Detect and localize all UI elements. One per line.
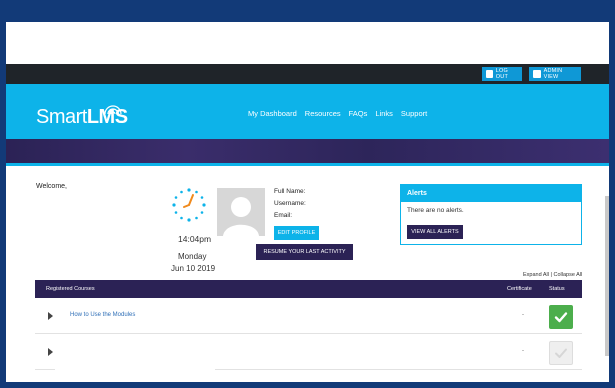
admin-label: ADMIN VIEW [543,68,563,80]
nav-faqs[interactable]: FAQs [349,109,368,118]
username-label: Username: [274,200,306,207]
certificate-value: - [522,348,524,354]
col-registered-courses: Registered Courses [46,286,95,292]
courses-table-header: Registered Courses Certificate Status [35,280,582,298]
resume-activity-button[interactable]: RESUME YOUR LAST ACTIVITY [256,244,353,260]
clock-icon [172,188,206,222]
logout-button[interactable]: LOG OUT [482,67,522,81]
admin-view-button[interactable]: ADMIN VIEW [529,67,581,81]
scrollbar[interactable] [605,196,609,356]
clock-day: Monday [178,252,207,261]
nav-support[interactable]: Support [401,109,427,118]
email-label: Email: [274,212,293,219]
table-row: - [35,334,582,370]
logout-label: LOG OUT [495,68,509,80]
user-silhouette-icon [217,188,265,236]
nav-menu: My Dashboard Resources FAQs Links Suppor… [248,109,427,118]
avatar [217,188,265,236]
clock-time: 14:04pm [178,234,212,244]
edit-profile-button[interactable]: EDIT PROFILE [274,226,319,240]
logout-icon [486,70,493,78]
view-all-alerts-button[interactable]: VIEW ALL ALERTS [407,225,463,239]
admin-icon [533,70,541,78]
alerts-message: There are no alerts. [407,207,464,214]
nav-my-dashboard[interactable]: My Dashboard [248,109,297,118]
full-name-label: Full Name: [274,188,306,195]
certificate-value: - [522,312,524,318]
welcome-text: Welcome, [36,183,67,190]
status-incomplete-badge [549,341,573,365]
table-row: How to Use the Modules - [35,298,582,334]
browser-frame: LOG OUT ADMIN VIEW SmartLMS My Dashboard… [6,22,609,382]
expand-collapse-toggle[interactable]: Expand All | Collapse All [523,272,582,278]
col-certificate: Certificate [507,286,532,292]
course-link[interactable]: How to Use the Modules [70,312,135,318]
status-complete-badge [549,305,573,329]
nav-links[interactable]: Links [375,109,393,118]
expand-caret-icon[interactable] [48,312,53,320]
nav-resources[interactable]: Resources [305,109,341,118]
checkmark-icon [554,312,568,323]
top-bar: LOG OUT ADMIN VIEW [6,64,609,84]
logo-arc-icon [104,105,122,115]
alerts-title: Alerts [401,185,581,202]
overlay-mask [55,346,215,370]
checkmark-icon [555,348,567,358]
banner-divider [6,163,609,166]
expand-caret-icon[interactable] [48,348,53,356]
hero-banner [6,139,609,163]
col-status: Status [549,286,565,292]
clock-date: Jun 10 2019 [171,264,216,273]
main-navbar: SmartLMS My Dashboard Resources FAQs Lin… [6,84,609,139]
logo-text-light: Smart [36,106,87,128]
alerts-panel: Alerts There are no alerts. VIEW ALL ALE… [400,184,582,245]
